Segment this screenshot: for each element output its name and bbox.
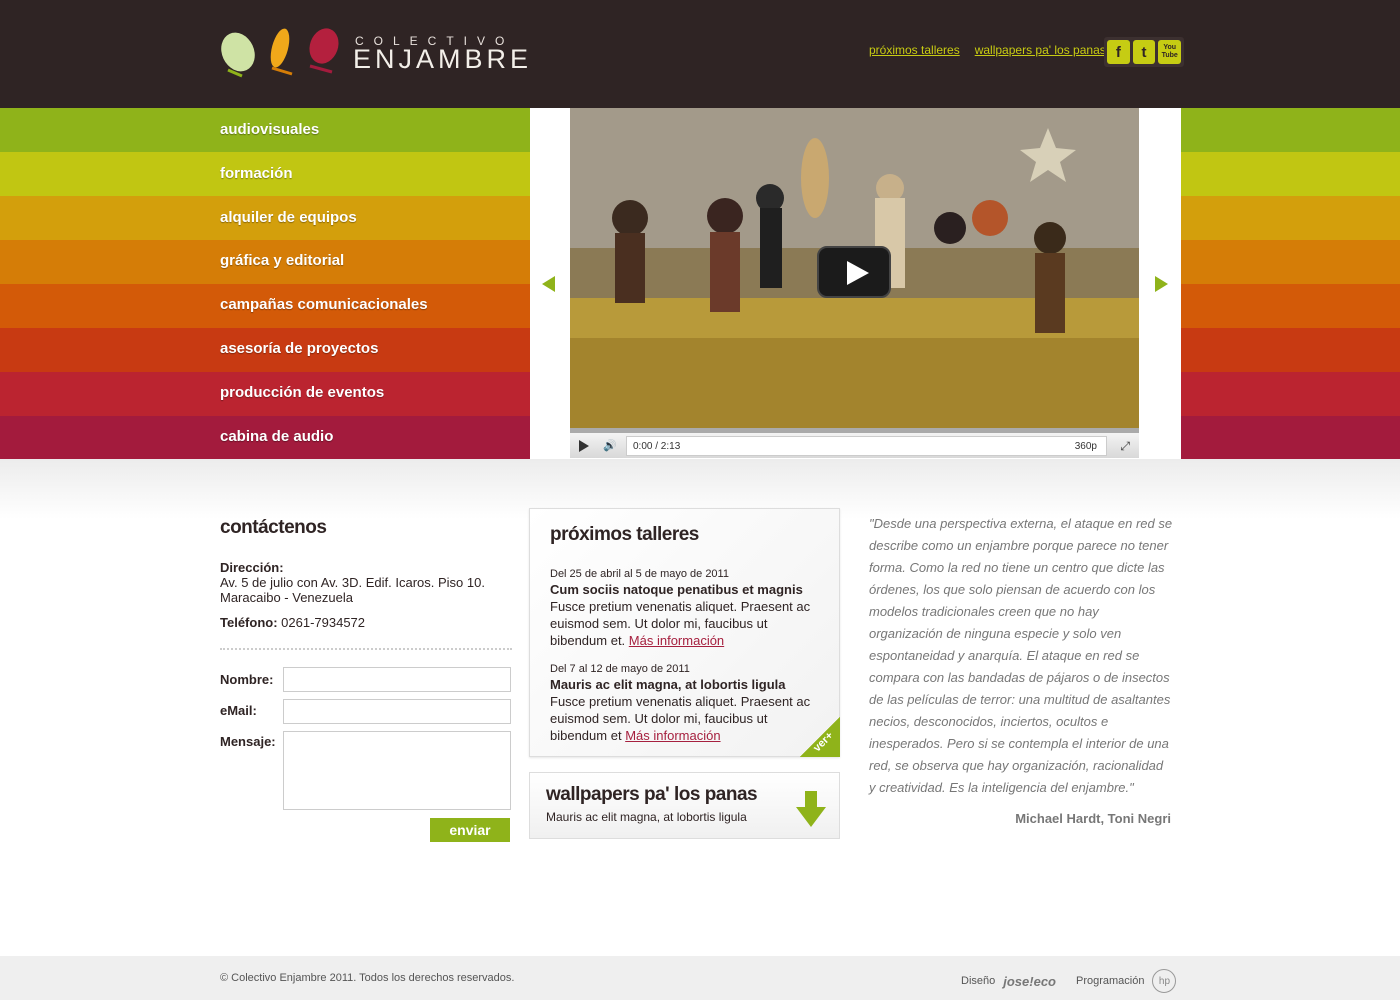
- video-slider: 🔊 0:00 / 2:13 360p ⤢: [530, 108, 1181, 459]
- name-label: Nombre:: [220, 672, 274, 687]
- talleres-box: próximos talleres Del 25 de abril al 5 d…: [529, 508, 840, 757]
- address-line-2: Maracaibo - Venezuela: [220, 590, 353, 605]
- talleres-title: próximos talleres: [550, 524, 699, 545]
- play-icon[interactable]: [579, 440, 589, 452]
- contact-section: contáctenos Dirección: Av. 5 de julio co…: [220, 517, 512, 980]
- nav-item-produccion[interactable]: producción de eventos: [220, 384, 384, 401]
- event-more-link[interactable]: Más información: [629, 633, 724, 648]
- wallpapers-box[interactable]: wallpapers pa' los panas Mauris ac elit …: [529, 772, 840, 839]
- top-links: próximos talleres wallpapers pa' los pan…: [869, 43, 1106, 57]
- logo-text-big: ENJAMBRE: [353, 44, 533, 74]
- email-input[interactable]: [283, 699, 511, 724]
- event-title: Mauris ac elit magna, at lobortis ligula: [550, 677, 786, 692]
- wallpapers-subtitle: Mauris ac elit magna, at lobortis ligula: [546, 810, 747, 824]
- nav-item-audiovisuales[interactable]: audiovisuales: [220, 121, 319, 138]
- quote-author: Michael Hardt, Toni Negri: [1015, 811, 1171, 826]
- send-button[interactable]: enviar: [430, 818, 510, 842]
- wallpapers-title: wallpapers pa' los panas: [546, 784, 758, 805]
- programming-label: Programación: [1076, 975, 1145, 987]
- insects-logo-icon: [221, 28, 339, 78]
- quote-text: "Desde una perspectiva externa, el ataqu…: [869, 516, 1173, 795]
- social-links: f t You Tube: [1104, 37, 1184, 67]
- site-footer: © Colectivo Enjambre 2011. Todos los der…: [0, 956, 1400, 1000]
- quality-label[interactable]: 360p: [1075, 441, 1097, 452]
- phone-number: 0261-7934572: [281, 615, 366, 630]
- email-label: eMail:: [220, 703, 257, 718]
- message-textarea[interactable]: [283, 731, 511, 810]
- site-logo[interactable]: COLECTIVO ENJAMBRE: [220, 26, 528, 80]
- nav-item-cabina[interactable]: cabina de audio: [220, 428, 333, 445]
- nav-item-formacion[interactable]: formación: [220, 165, 293, 182]
- phone-label: Teléfono:: [220, 615, 278, 630]
- event-title: Cum sociis natoque penatibus et magnis: [550, 582, 803, 597]
- time-label: 0:00 / 2:13: [633, 441, 681, 452]
- volume-icon[interactable]: 🔊: [603, 439, 617, 452]
- name-input[interactable]: [283, 667, 511, 692]
- play-button[interactable]: [817, 246, 891, 298]
- design-brand-logo[interactable]: jose!eco: [1003, 974, 1056, 989]
- video-controls: 🔊 0:00 / 2:13 360p ⤢: [570, 428, 1139, 458]
- event-more-link[interactable]: Más información: [625, 728, 720, 743]
- event-1: Del 25 de abril al 5 de mayo de 2011 Cum…: [550, 567, 820, 649]
- site-header: COLECTIVO ENJAMBRE próximos talleres wal…: [0, 0, 1400, 108]
- link-proximos-talleres[interactable]: próximos talleres: [869, 43, 960, 57]
- design-label: Diseño: [961, 975, 996, 987]
- nav-item-grafica[interactable]: gráfica y editorial: [220, 252, 344, 269]
- credits: Diseño jose!eco Programación hp: [961, 969, 1177, 993]
- youtube-icon[interactable]: You Tube: [1158, 40, 1182, 64]
- contact-form: Nombre: eMail: Mensaje: enviar: [220, 650, 512, 980]
- prev-arrow-icon[interactable]: [542, 276, 555, 292]
- ver-more-button[interactable]: ver+: [800, 717, 840, 757]
- video-player[interactable]: 🔊 0:00 / 2:13 360p ⤢: [570, 108, 1139, 458]
- twitter-icon[interactable]: t: [1132, 40, 1156, 64]
- download-arrow-icon: [796, 791, 826, 827]
- ver-more-label: ver+: [811, 729, 836, 755]
- address-label: Dirección:: [220, 560, 284, 575]
- nav-item-campanas[interactable]: campañas comunicacionales: [220, 296, 428, 313]
- copyright: © Colectivo Enjambre 2011. Todos los der…: [220, 972, 515, 984]
- nav-item-asesoria[interactable]: asesoría de proyectos: [220, 340, 378, 357]
- link-wallpapers[interactable]: wallpapers pa' los panas: [975, 43, 1106, 57]
- next-arrow-icon[interactable]: [1155, 276, 1168, 292]
- address-line-1: Av. 5 de julio con Av. 3D. Edif. Icaros.…: [220, 575, 485, 590]
- event-date: Del 7 al 12 de mayo de 2011: [550, 663, 690, 675]
- contact-title: contáctenos: [220, 517, 327, 538]
- facebook-icon[interactable]: f: [1107, 40, 1130, 64]
- fullscreen-icon[interactable]: ⤢: [1120, 439, 1130, 454]
- nav-item-alquiler[interactable]: alquiler de equipos: [220, 209, 357, 226]
- time-display: 0:00 / 2:13: [626, 436, 1107, 456]
- event-date: Del 25 de abril al 5 de mayo de 2011: [550, 568, 729, 580]
- event-2: Del 7 al 12 de mayo de 2011 Mauris ac el…: [550, 662, 820, 744]
- message-label: Mensaje:: [220, 734, 276, 749]
- programming-brand-logo[interactable]: hp: [1152, 969, 1177, 993]
- phone: Teléfono: 0261-7934572: [220, 615, 512, 630]
- progress-bar[interactable]: [570, 428, 1139, 433]
